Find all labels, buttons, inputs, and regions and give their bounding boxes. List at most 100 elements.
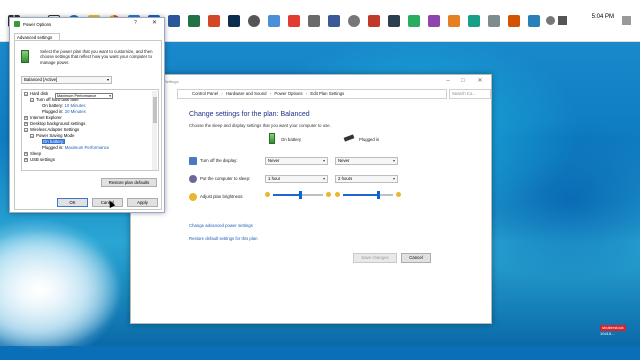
app-icon[interactable]: [324, 11, 344, 31]
tree-label: On battery:: [42, 103, 64, 108]
app-icon[interactable]: [424, 11, 444, 31]
app-icon[interactable]: [264, 11, 284, 31]
display-setting-label: Turn off the display:: [200, 158, 238, 163]
chevron-down-icon: ▾: [322, 158, 325, 163]
display-icon: [189, 157, 197, 165]
ok-button[interactable]: OK: [57, 198, 88, 207]
power-options-icon: [14, 21, 20, 27]
settings-icon[interactable]: [244, 11, 264, 31]
address-bar: Control Panel › Hardware and Sound › Pow…: [171, 89, 491, 99]
app-icon[interactable]: [404, 11, 424, 31]
tree-label: Power Saving Mode: [36, 133, 75, 138]
brightness-low-icon: [335, 192, 340, 197]
app-icon[interactable]: [524, 11, 544, 31]
minimize-icon[interactable]: –: [442, 77, 454, 85]
brightness-icon: [189, 193, 197, 201]
brightness-plugged-fill: [343, 194, 378, 196]
powerpoint-icon[interactable]: [204, 11, 224, 31]
tree-value[interactable]: Maximum Performance: [65, 145, 109, 150]
brightness-battery-slider[interactable]: [265, 191, 331, 199]
app-icon[interactable]: [464, 11, 484, 31]
apply-button[interactable]: Apply: [127, 198, 158, 207]
plugged-in-label: Plugged in: [359, 137, 380, 142]
plugged-in-column: Plugged in: [343, 134, 380, 142]
settings-tree: – Hard disk – Turn off hard disk after On …: [21, 89, 159, 171]
po-description: Select the power plan that you want to c…: [40, 49, 153, 65]
brightness-high-icon: [326, 192, 331, 197]
control-panel-window: Settings – □ ✕ Control Panel › Hardware …: [130, 74, 492, 324]
app-icon[interactable]: [504, 11, 524, 31]
close-icon[interactable]: ✕: [474, 77, 486, 85]
power-saving-mode-select[interactable]: Maximum Performance ▾: [55, 93, 113, 99]
taskbar-clock[interactable]: 5:04 PM: [592, 14, 614, 20]
display-plugged-select[interactable]: Never ▾: [335, 157, 398, 165]
app-icon[interactable]: [344, 11, 364, 31]
on-battery-column: On battery: [269, 133, 301, 144]
app-icon[interactable]: [364, 11, 384, 31]
photoshop-icon[interactable]: [224, 11, 244, 31]
cp-window-title: Settings: [164, 79, 179, 84]
app-icon[interactable]: [304, 11, 324, 31]
help-icon[interactable]: ?: [134, 20, 137, 26]
watermark-id: 10415...: [600, 331, 615, 336]
brightness-plugged-thumb[interactable]: [376, 191, 380, 199]
battery-icon: [21, 50, 29, 63]
advanced-settings-link[interactable]: Change advanced power settings: [189, 223, 253, 228]
sleep-icon: [189, 175, 197, 183]
volume-icon[interactable]: [558, 16, 567, 25]
cancel-button[interactable]: Cancel: [401, 253, 431, 263]
breadcrumb-edit-plan[interactable]: Edit Plan Settings: [310, 91, 344, 96]
tree-value[interactable]: 20 Minutes: [65, 109, 86, 114]
restore-plan-defaults-button[interactable]: Restore plan defaults: [101, 178, 157, 187]
po-titlebar: Power Options ? ✕: [10, 18, 164, 30]
breadcrumb-control-panel[interactable]: Control Panel: [192, 91, 218, 96]
plan-select-value: Balanced [Active]: [24, 77, 58, 82]
restore-defaults-link[interactable]: Restore default settings for this plan: [189, 236, 258, 241]
tree-value[interactable]: 10 Minutes: [64, 103, 85, 108]
chevron-down-icon: ▾: [106, 77, 109, 82]
plug-icon: [343, 134, 355, 142]
po-title: Power Options: [23, 21, 52, 27]
chevron-down-icon: ▾: [392, 158, 395, 163]
sleep-battery-select[interactable]: 1 hour ▾: [265, 175, 328, 183]
brightness-plugged-slider[interactable]: [335, 191, 401, 199]
scrollbar-thumb[interactable]: [152, 97, 157, 123]
close-icon[interactable]: ✕: [152, 19, 157, 26]
app-icon[interactable]: [444, 11, 464, 31]
chevron-down-icon: ▾: [109, 94, 111, 98]
app-icon[interactable]: [384, 11, 404, 31]
word-icon[interactable]: [164, 11, 184, 31]
sleep-battery-value: 1 hour: [268, 176, 281, 181]
search-input[interactable]: Search Co...: [449, 89, 491, 99]
tree-label: Wireless Adapter Settings: [30, 127, 80, 132]
power-saving-mode-value: Maximum Performance: [57, 94, 97, 98]
save-changes-button[interactable]: Save changes: [353, 253, 397, 263]
brightness-high-icon: [396, 192, 401, 197]
app-icon[interactable]: [284, 11, 304, 31]
maximize-icon[interactable]: □: [457, 77, 469, 85]
excel-icon[interactable]: [184, 11, 204, 31]
display-battery-select[interactable]: Never ▾: [265, 157, 328, 165]
power-options-dialog: Power Options ? ✕ Advanced settings Sele…: [9, 17, 165, 213]
notification-icon[interactable]: [622, 16, 631, 25]
sleep-setting-label: Put the computer to sleep:: [200, 176, 251, 181]
tree-scrollbar[interactable]: [152, 91, 157, 170]
sleep-plugged-select[interactable]: 2 hours ▾: [335, 175, 398, 183]
page-title: Change settings for the plan: Balanced: [189, 111, 310, 118]
brightness-battery-thumb[interactable]: [299, 191, 302, 199]
tree-label: USB settings: [30, 157, 55, 162]
plan-select[interactable]: Balanced [Active] ▾: [21, 76, 112, 84]
tree-item-ps-plugged-in[interactable]: Plugged in: Maximum Performance: [42, 145, 109, 151]
sleep-plugged-value: 2 hours: [338, 176, 353, 181]
watermark: shutterstock 10415...: [600, 325, 636, 339]
breadcrumb[interactable]: Control Panel › Hardware and Sound › Pow…: [177, 89, 447, 99]
breadcrumb-power-options[interactable]: Power Options: [274, 91, 302, 96]
tree-label: Plugged in:: [42, 145, 64, 150]
app-icon[interactable]: [484, 11, 504, 31]
network-icon[interactable]: [546, 16, 555, 25]
po-body: Select the power plan that you want to c…: [14, 40, 162, 210]
page-subtitle: Choose the sleep and display settings th…: [189, 123, 331, 128]
tree-item-usb-settings[interactable]: + USB settings: [24, 157, 55, 163]
breadcrumb-hardware-sound[interactable]: Hardware and Sound: [226, 91, 267, 96]
tree-label: Internet Explorer: [30, 115, 62, 120]
